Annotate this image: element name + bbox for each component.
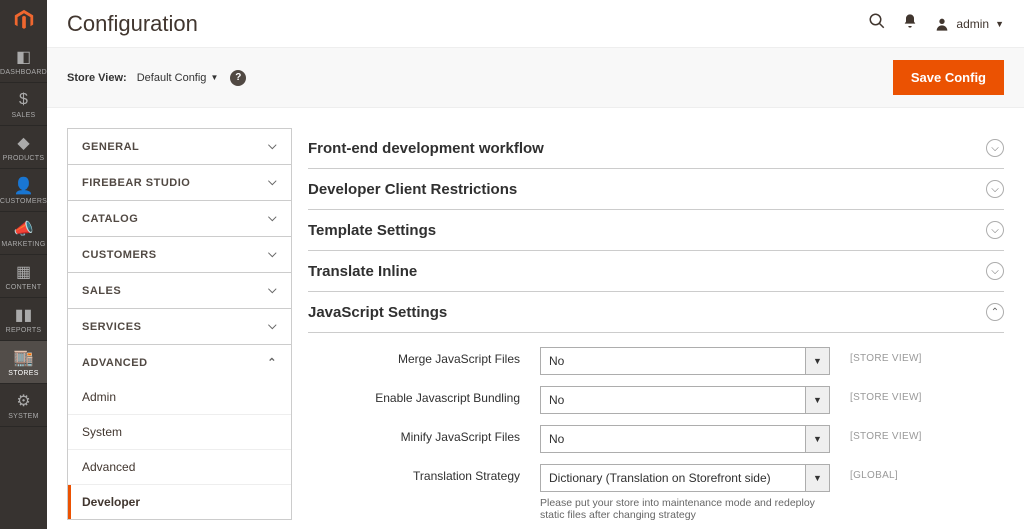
- nav-dashboard[interactable]: ◧ DASHBOARD: [0, 40, 47, 83]
- panel-body-javascript: Merge JavaScript Files No ▼ [STORE VIEW]…: [308, 333, 1004, 529]
- panel-translate-inline[interactable]: Translate Inline ⌵: [308, 251, 1004, 292]
- reports-icon: ▮▮: [15, 306, 33, 324]
- magento-logo[interactable]: [0, 0, 47, 40]
- chevron-down-icon: ⌵: [268, 212, 277, 225]
- page-title: Configuration: [67, 11, 868, 37]
- panel-client-restrictions[interactable]: Developer Client Restrictions ⌵: [308, 169, 1004, 210]
- bundle-js-label: Enable Javascript Bundling: [308, 386, 540, 405]
- store-view-selector[interactable]: Default Config: [137, 72, 207, 84]
- admin-user-menu[interactable]: admin ▼: [934, 16, 1004, 32]
- translation-strategy-select[interactable]: Dictionary (Translation on Storefront si…: [540, 464, 830, 492]
- config-group-services[interactable]: SERVICES⌵: [67, 308, 292, 344]
- subnav-admin[interactable]: Admin: [68, 380, 291, 415]
- collapse-icon: ⌃: [986, 303, 1004, 321]
- expand-icon: ⌵: [986, 221, 1004, 239]
- store-view-label: Store View:: [67, 72, 127, 84]
- panel-template-settings[interactable]: Template Settings ⌵: [308, 210, 1004, 251]
- config-group-sales[interactable]: SALES⌵: [67, 272, 292, 308]
- bundle-js-select[interactable]: No ▼: [540, 386, 830, 414]
- nav-stores[interactable]: 🏬 STORES: [0, 341, 47, 384]
- subnav-system[interactable]: System: [68, 415, 291, 450]
- scope-label: [STORE VIEW]: [850, 425, 922, 442]
- chevron-down-icon: ⌵: [268, 176, 277, 189]
- nav-marketing[interactable]: 📣 MARKETING: [0, 212, 47, 255]
- merge-js-label: Merge JavaScript Files: [308, 347, 540, 366]
- admin-sidebar: ◧ DASHBOARD $ SALES ◆ PRODUCTS 👤 CUSTOME…: [0, 0, 47, 529]
- search-icon[interactable]: [868, 12, 886, 35]
- config-group-general[interactable]: GENERAL⌵: [67, 128, 292, 164]
- panel-javascript-settings[interactable]: JavaScript Settings ⌃: [308, 292, 1004, 333]
- config-group-catalog[interactable]: CATALOG⌵: [67, 200, 292, 236]
- action-bar: Store View: Default Config ▼ ? Save Conf…: [47, 48, 1024, 108]
- translation-strategy-label: Translation Strategy: [308, 464, 540, 483]
- caret-down-icon: ▼: [805, 465, 829, 491]
- scope-label: [GLOBAL]: [850, 464, 898, 481]
- dashboard-icon: ◧: [16, 48, 31, 66]
- caret-down-icon: ▼: [805, 348, 829, 374]
- merge-js-select[interactable]: No ▼: [540, 347, 830, 375]
- page-header: Configuration admin ▼: [47, 0, 1024, 48]
- marketing-icon: 📣: [14, 220, 34, 238]
- content-icon: ▦: [16, 263, 31, 281]
- chevron-down-icon: ⌵: [268, 320, 277, 333]
- save-config-button[interactable]: Save Config: [893, 60, 1004, 95]
- config-group-advanced[interactable]: ADVANCED⌃: [67, 344, 292, 380]
- subnav-developer[interactable]: Developer: [68, 485, 291, 519]
- expand-icon: ⌵: [986, 139, 1004, 157]
- nav-products[interactable]: ◆ PRODUCTS: [0, 126, 47, 169]
- expand-icon: ⌵: [986, 180, 1004, 198]
- nav-reports[interactable]: ▮▮ REPORTS: [0, 298, 47, 341]
- caret-down-icon: ▼: [210, 73, 218, 82]
- sales-icon: $: [19, 91, 28, 109]
- chevron-down-icon: ⌵: [268, 248, 277, 261]
- customers-icon: 👤: [14, 177, 34, 195]
- scope-label: [STORE VIEW]: [850, 347, 922, 364]
- scope-label: [STORE VIEW]: [850, 386, 922, 403]
- products-icon: ◆: [17, 134, 29, 152]
- caret-down-icon: ▼: [995, 19, 1004, 29]
- translation-strategy-note: Please put your store into maintenance m…: [540, 497, 830, 521]
- nav-sales[interactable]: $ SALES: [0, 83, 47, 126]
- caret-down-icon: ▼: [805, 426, 829, 452]
- config-group-customers[interactable]: CUSTOMERS⌵: [67, 236, 292, 272]
- minify-js-select[interactable]: No ▼: [540, 425, 830, 453]
- stores-icon: 🏬: [14, 349, 34, 367]
- expand-icon: ⌵: [986, 262, 1004, 280]
- chevron-down-icon: ⌵: [268, 140, 277, 153]
- chevron-down-icon: ⌵: [268, 284, 277, 297]
- nav-system[interactable]: ⚙ SYSTEM: [0, 384, 47, 427]
- config-group-firebear[interactable]: FIREBEAR STUDIO⌵: [67, 164, 292, 200]
- chevron-up-icon: ⌃: [267, 356, 277, 369]
- system-icon: ⚙: [16, 392, 30, 410]
- nav-content[interactable]: ▦ CONTENT: [0, 255, 47, 298]
- panel-frontend-workflow[interactable]: Front-end development workflow ⌵: [308, 128, 1004, 169]
- subnav-advanced[interactable]: Advanced: [68, 450, 291, 485]
- user-icon: [934, 16, 950, 32]
- minify-js-label: Minify JavaScript Files: [308, 425, 540, 444]
- nav-customers[interactable]: 👤 CUSTOMERS: [0, 169, 47, 212]
- help-icon[interactable]: ?: [230, 70, 246, 86]
- config-nav: GENERAL⌵ FIREBEAR STUDIO⌵ CATALOG⌵ CUSTO…: [67, 128, 292, 509]
- settings-panels: Front-end development workflow ⌵ Develop…: [308, 128, 1004, 509]
- notifications-icon[interactable]: [902, 13, 918, 34]
- caret-down-icon: ▼: [805, 387, 829, 413]
